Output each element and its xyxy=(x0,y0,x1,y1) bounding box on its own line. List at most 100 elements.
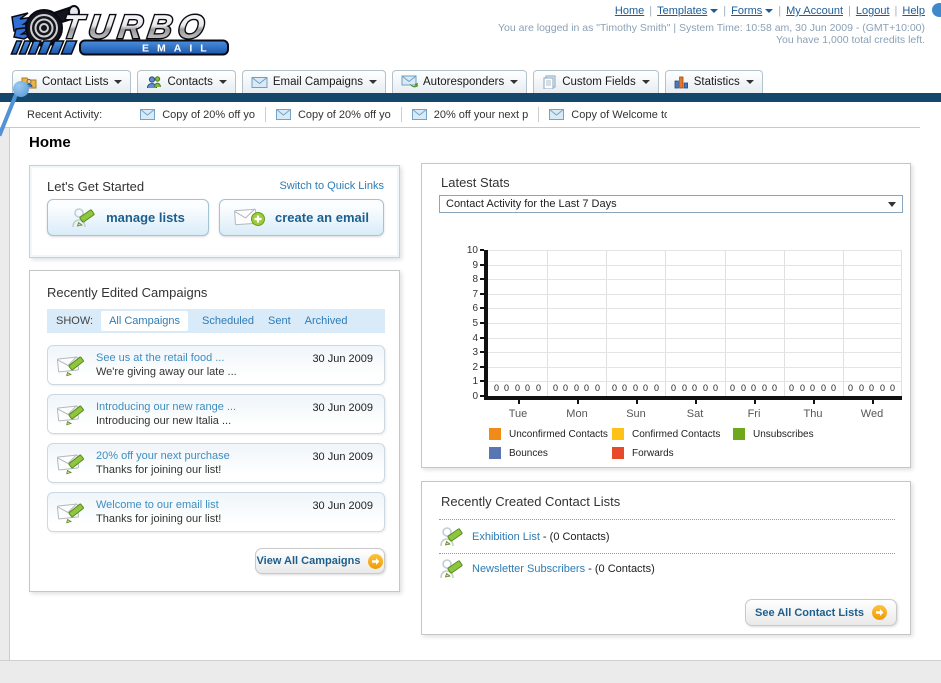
statistics-icon xyxy=(674,75,689,89)
main-nav: Contact Lists Contacts Email Campaigns A… xyxy=(12,70,763,93)
legend-swatch xyxy=(612,428,624,440)
legend-label: Forwards xyxy=(632,447,674,459)
y-axis-label: 7 xyxy=(472,289,478,300)
contact-list-link[interactable]: Newsletter Subscribers xyxy=(472,563,585,575)
chart-value-label: 0 xyxy=(633,383,639,393)
recent-activity-item[interactable]: Copy of Welcome to xyxy=(539,107,677,122)
chart-value-label: 0 xyxy=(682,383,688,393)
nav-tab-contacts[interactable]: Contacts xyxy=(137,70,236,93)
chart-value-label: 0 xyxy=(751,383,757,393)
contact-list-count: - (0 Contacts) xyxy=(585,563,655,575)
login-info: You are logged in as "Timothy Smith" | S… xyxy=(498,22,925,34)
view-all-campaigns-button[interactable]: View All Campaigns xyxy=(255,548,385,574)
filter-archived[interactable]: Archived xyxy=(305,315,348,327)
recent-activity-label: Recent Activity: xyxy=(27,108,103,121)
see-all-contact-lists-button[interactable]: See All Contact Lists xyxy=(745,599,897,626)
nav-tab-custom-fields[interactable]: Custom Fields xyxy=(533,70,659,93)
nav-tab-autoresponders[interactable]: Autoresponders xyxy=(392,70,528,93)
chevron-down-icon xyxy=(745,80,754,84)
page-title: Home xyxy=(29,134,71,151)
legend-label: Confirmed Contacts xyxy=(632,428,721,440)
create-email-button[interactable]: create an email xyxy=(219,199,384,236)
chart-value-label: 0 xyxy=(703,383,709,393)
campaign-title-link[interactable]: Introducing our new range ... xyxy=(96,401,236,413)
contact-list-item[interactable]: Exhibition List - (0 Contacts) xyxy=(439,524,610,550)
chart-value-label: 0 xyxy=(810,383,816,393)
envelope-pencil-icon xyxy=(57,454,84,475)
y-axis-label: 6 xyxy=(472,303,478,314)
chart-value-label: 0 xyxy=(525,383,531,393)
contact-list-count: - (0 Contacts) xyxy=(539,531,610,543)
legend-swatch xyxy=(489,428,501,440)
divider xyxy=(439,519,895,520)
arrow-right-icon xyxy=(872,605,887,620)
envelope-pencil-icon xyxy=(57,356,84,377)
filter-scheduled[interactable]: Scheduled xyxy=(202,315,254,327)
latest-stats-panel: Latest Stats Contact Activity for the La… xyxy=(421,163,911,468)
nav-tab-label: Custom Fields xyxy=(562,76,636,88)
chart-value-label: 0 xyxy=(821,383,827,393)
chart-value-label: 0 xyxy=(612,383,618,393)
contact-lists-title: Recently Created Contact Lists xyxy=(441,494,621,509)
legend-item: Confirmed Contacts xyxy=(612,428,720,440)
recent-activity-bar: Recent Activity: Copy of 20% off yo Copy… xyxy=(0,102,920,128)
chart-value-label: 0 xyxy=(890,383,896,393)
campaign-title-link[interactable]: See us at the retail food ... xyxy=(96,352,224,364)
link-help[interactable]: Help xyxy=(902,5,925,17)
envelope-pencil-icon xyxy=(57,405,84,426)
link-home[interactable]: Home xyxy=(615,5,644,17)
nav-tab-label: Contact Lists xyxy=(42,76,109,88)
campaign-title-link[interactable]: Welcome to our email list xyxy=(96,499,219,511)
chart-value-label: 0 xyxy=(553,383,559,393)
switch-to-quick-links[interactable]: Switch to Quick Links xyxy=(279,180,384,192)
campaign-card[interactable]: 20% off your next purchase Thanks for jo… xyxy=(47,443,385,483)
y-axis-label: 4 xyxy=(472,333,478,344)
legend-swatch xyxy=(612,447,624,459)
help-bubble-icon[interactable] xyxy=(932,3,941,17)
logo-email-text: EMAIL xyxy=(142,43,215,55)
chart-value-label: 0 xyxy=(800,383,806,393)
campaign-title-link[interactable]: 20% off your next purchase xyxy=(96,450,230,462)
legend-swatch xyxy=(489,447,501,459)
link-templates[interactable]: Templates xyxy=(657,5,707,17)
campaign-card[interactable]: Introducing our new range ... Introducin… xyxy=(47,394,385,434)
nav-tab-statistics[interactable]: Statistics xyxy=(664,70,763,93)
link-logout[interactable]: Logout xyxy=(856,5,890,17)
contact-list-link[interactable]: Exhibition List xyxy=(472,531,540,543)
y-axis-label: 10 xyxy=(466,245,478,256)
link-forms[interactable]: Forms xyxy=(731,5,762,17)
link-my-account[interactable]: My Account xyxy=(786,5,843,17)
chart-value-label: 0 xyxy=(622,383,628,393)
chart-value-label: 0 xyxy=(859,383,865,393)
chevron-down-icon xyxy=(510,80,519,84)
recent-activity-text: 20% off your next p xyxy=(433,108,529,121)
nav-tab-contact-lists[interactable]: Contact Lists xyxy=(12,70,132,93)
x-axis-label: Sat xyxy=(686,408,704,420)
campaigns-panel: Recently Edited Campaigns SHOW: All Camp… xyxy=(29,270,400,592)
campaign-card[interactable]: Welcome to our email list Thanks for joi… xyxy=(47,492,385,532)
legend-item: Unconfirmed Contacts xyxy=(489,428,608,440)
recent-activity-item[interactable]: Copy of 20% off yo xyxy=(266,107,402,122)
recent-activity-item[interactable]: Copy of 20% off yo xyxy=(130,107,266,122)
filter-sent[interactable]: Sent xyxy=(268,315,291,327)
stats-chart: 00000000000000000000000000000000000 xyxy=(484,250,902,400)
contact-list-text: Newsletter Subscribers - (0 Contacts) xyxy=(472,563,655,575)
campaign-card[interactable]: See us at the retail food ... We're givi… xyxy=(47,345,385,385)
arrow-right-icon xyxy=(368,553,384,569)
stats-dropdown[interactable]: Contact Activity for the Last 7 Days xyxy=(439,195,903,213)
chart-value-label: 0 xyxy=(692,383,698,393)
chevron-down-icon xyxy=(369,80,377,84)
credits-info: You have 1,000 total credits left. xyxy=(775,34,925,46)
chart-value-label: 0 xyxy=(869,383,875,393)
header: TURBO EMAIL Home | Templates | Forms | My Acco… xyxy=(0,0,941,137)
filter-all-campaigns[interactable]: All Campaigns xyxy=(101,311,188,331)
nav-tab-label: Email Campaigns xyxy=(272,76,363,88)
x-axis-label: Sun xyxy=(626,408,646,420)
nav-tab-email-campaigns[interactable]: Email Campaigns xyxy=(241,70,386,93)
envelope-pencil-icon xyxy=(57,503,84,524)
see-all-contact-lists-label: See All Contact Lists xyxy=(754,606,864,619)
manage-lists-button[interactable]: manage lists xyxy=(47,199,209,236)
recent-activity-item[interactable]: 20% off your next p xyxy=(402,107,540,122)
contact-list-item[interactable]: Newsletter Subscribers - (0 Contacts) xyxy=(439,556,655,582)
person-pencil-icon xyxy=(72,207,95,227)
